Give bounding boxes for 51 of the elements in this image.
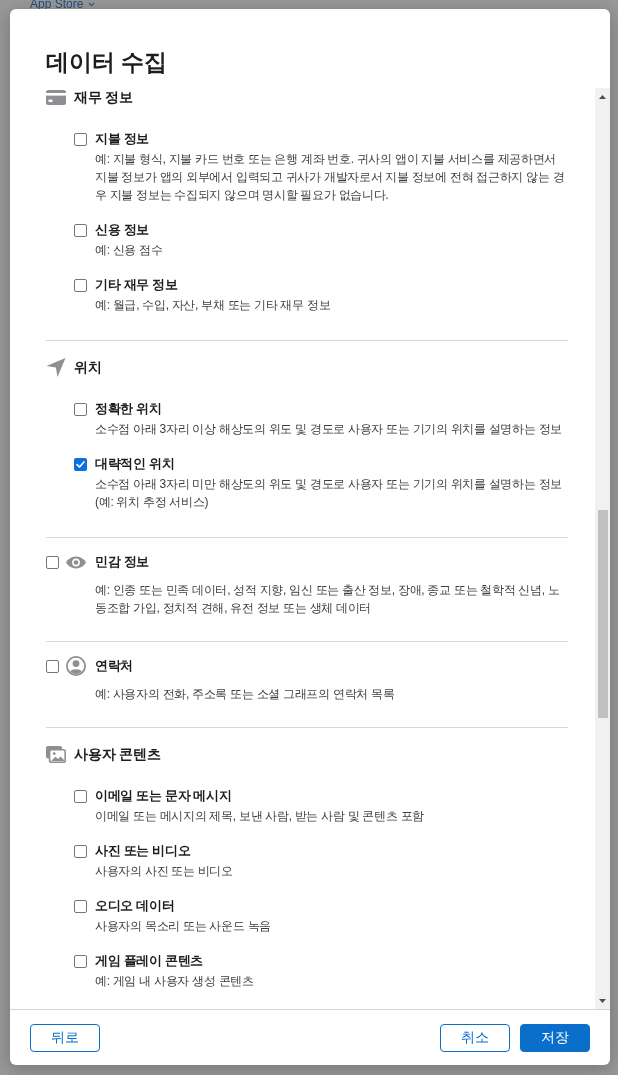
option-label: 지불 정보: [95, 131, 149, 148]
scroll-up-arrow-icon[interactable]: [599, 95, 606, 99]
save-button[interactable]: 저장: [520, 1024, 590, 1052]
checkbox[interactable]: [74, 223, 87, 237]
scroll-down-arrow-icon[interactable]: [599, 999, 606, 1003]
option-description: 예: 월급, 수입, 자산, 부채 또는 기타 재무 정보: [95, 297, 331, 314]
checkbox[interactable]: [74, 132, 87, 146]
option-label: 사진 또는 비디오: [95, 843, 191, 860]
option-description: 예: 신용 점수: [95, 242, 163, 259]
checkbox[interactable]: [74, 457, 87, 471]
option-description: 소수점 아래 3자리 이상 해상도의 위도 및 경도로 사용자 또는 기기의 위치를 설명하는 정보: [95, 421, 563, 438]
option-label: 정확한 위치: [95, 401, 162, 418]
option-label: 기타 재무 정보: [95, 277, 178, 294]
option-description: 예: 지불 형식, 지불 카드 번호 또는 은행 계좌 번호. 귀사의 앱이 지불 서비스를 제공하면서 지불 정보가 앱의 외부에서 입력되고 귀사가 개발자로서 지불 정보에 전혀 접근하지 않는 경우 지불 정보는 수집되지 않으며 명시할 필요가 없습니다.: [95, 151, 566, 204]
checkbox[interactable]: [74, 899, 87, 913]
section-title: 위치: [74, 358, 102, 377]
dialog-title: 데이터 수집: [46, 48, 169, 77]
option-description: 예: 사용자의 전화, 주소록 또는 소셜 그래프의 연락처 목록: [95, 686, 395, 703]
section-title: 사용자 콘텐츠: [74, 745, 161, 764]
checkbox[interactable]: [46, 659, 59, 673]
scrollbar[interactable]: [595, 88, 610, 1009]
option-description: 예: 게임 내 사용자 생성 콘텐츠: [95, 973, 254, 990]
option-label: 연락처: [95, 658, 134, 675]
option-description: 사용자의 목소리 또는 사운드 녹음: [95, 918, 271, 935]
option-description: 예: 인종 또는 민족 데이터, 성적 지향, 임신 또는 출산 정보, 장애, 종교 또는 철학적 신념, 노동조합 가입, 정치적 견해, 유전 정보 또는 생체 데이터: [95, 582, 561, 617]
option-label: 신용 정보: [95, 222, 149, 239]
option-label: 게임 플레이 콘텐츠: [95, 953, 203, 970]
checkmark-icon: [76, 459, 85, 469]
chevron-down-icon: [87, 0, 97, 9]
checkbox[interactable]: [46, 555, 59, 569]
option-label: 오디오 데이터: [95, 898, 175, 915]
eye-icon: [66, 555, 86, 569]
option-description: 이메일 또는 메시지의 제목, 보낸 사람, 받는 사람 및 콘텐츠 포함: [95, 808, 424, 825]
photos-icon: [46, 745, 66, 763]
cancel-button[interactable]: 취소: [440, 1024, 510, 1052]
checkbox[interactable]: [74, 954, 87, 968]
checkbox[interactable]: [74, 402, 87, 416]
checkbox[interactable]: [74, 278, 87, 292]
scrollbar-thumb[interactable]: [597, 510, 608, 718]
option-label: 이메일 또는 문자 메시지: [95, 788, 232, 805]
option-label: 민감 정보: [95, 554, 149, 571]
checkbox[interactable]: [74, 789, 87, 803]
section-title: 재무 정보: [74, 88, 133, 107]
option-label: 대략적인 위치: [95, 456, 175, 473]
checkbox[interactable]: [74, 844, 87, 858]
credit-card-icon: [46, 89, 66, 105]
location-arrow-icon: [46, 357, 66, 377]
option-description: 사용자의 사진 또는 비디오: [95, 863, 233, 880]
option-description: 소수점 아래 3자리 미만 해상도의 위도 및 경도로 사용자 또는 기기의 위치를 설명하는 정보(예: 위치 추정 서비스): [95, 476, 564, 511]
person-circle-icon: [66, 656, 86, 676]
back-button[interactable]: 뒤로: [30, 1024, 100, 1052]
